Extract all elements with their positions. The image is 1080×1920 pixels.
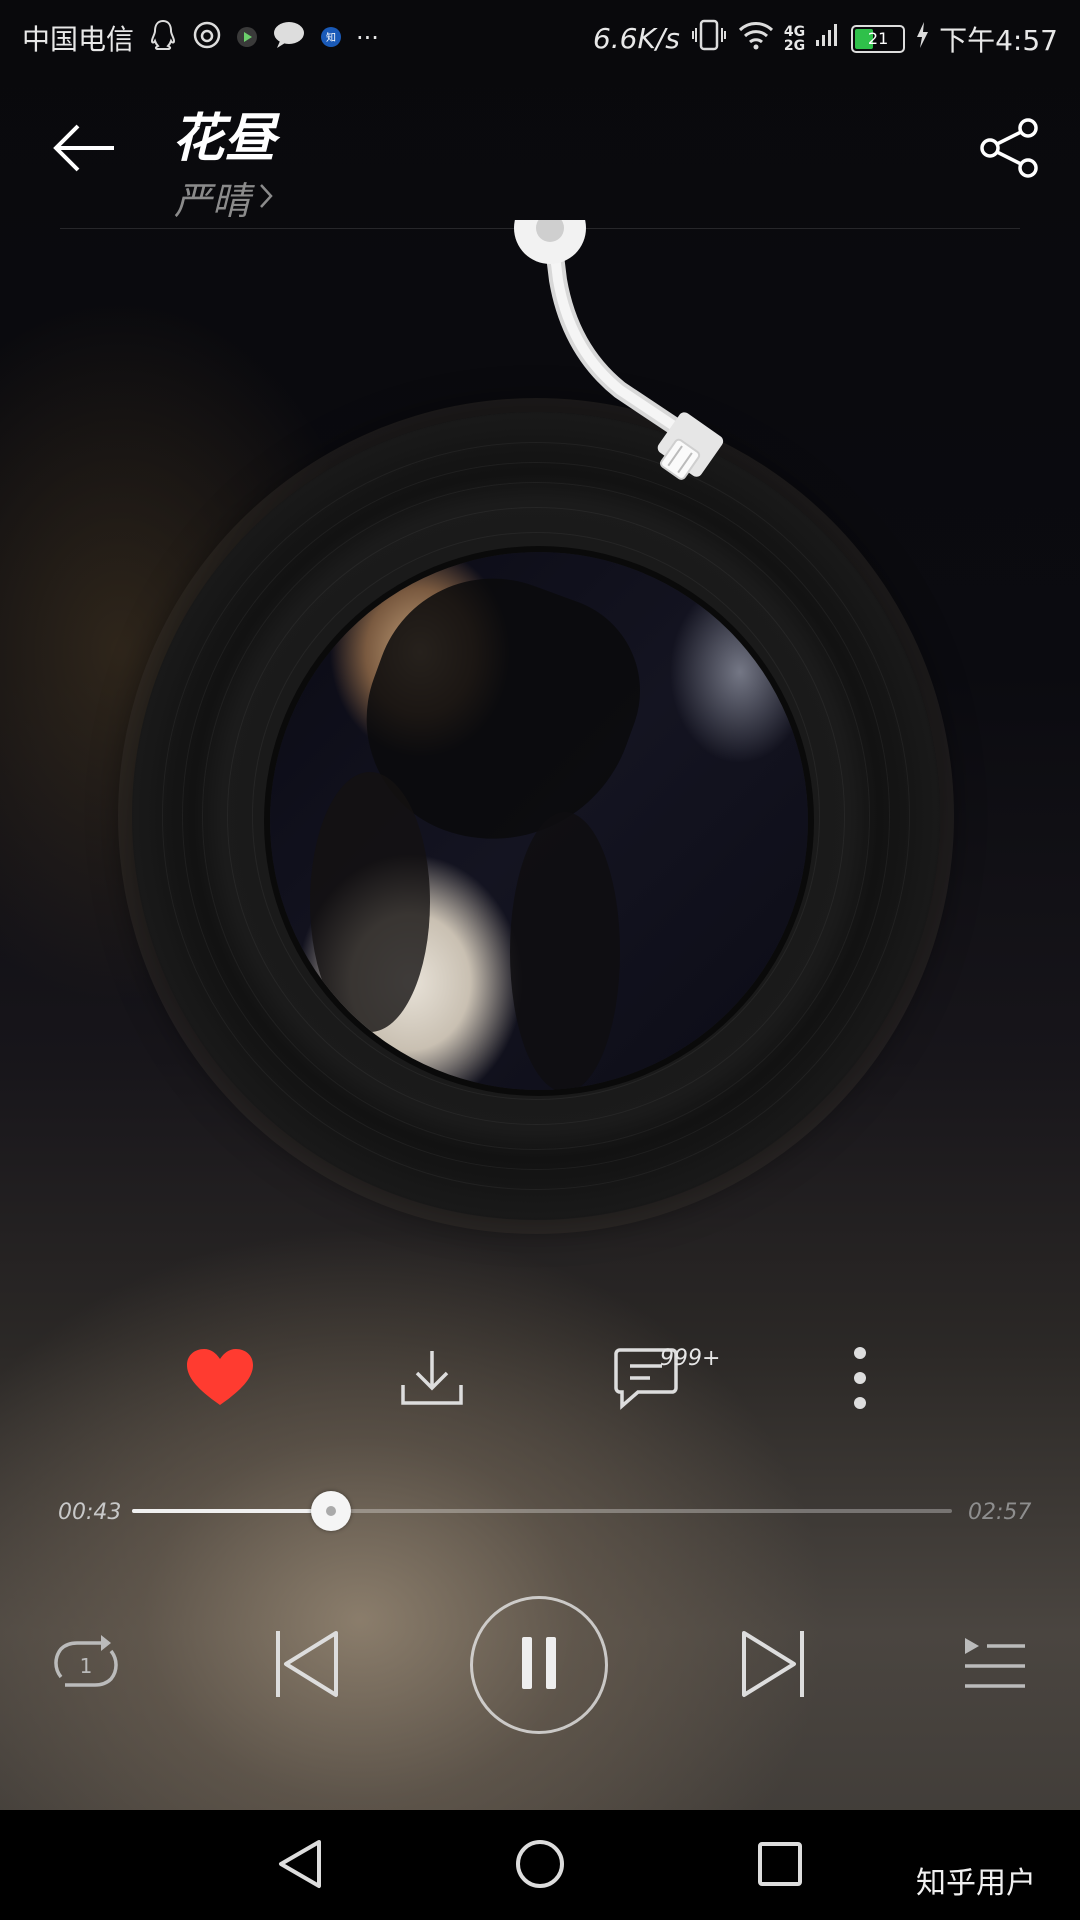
share-button[interactable] (972, 112, 1048, 188)
more-options-button[interactable] (810, 1330, 910, 1430)
svg-text:知: 知 (326, 31, 336, 44)
signal-bars-icon (815, 20, 841, 57)
watermark: 知乎用户 (916, 1866, 1036, 1901)
comments-button[interactable] (596, 1330, 696, 1430)
svg-text:1: 1 (80, 1654, 93, 1678)
square-recents-icon (757, 1841, 803, 1891)
tonearm (514, 220, 724, 480)
progress-thumb[interactable] (311, 1491, 351, 1531)
artist-name: 严晴 (174, 179, 251, 223)
triangle-back-icon (277, 1838, 323, 1894)
song-title: 花昼 (172, 108, 277, 169)
battery-icon: 21 (851, 24, 906, 53)
signal-primary-label: 4G (783, 23, 806, 40)
progress-fill (132, 1509, 331, 1513)
comment-count-badge: 999+ (660, 1346, 721, 1371)
download-icon (399, 1347, 465, 1413)
zhihu-icon: 知 (320, 22, 342, 55)
next-button[interactable] (728, 1620, 818, 1712)
current-time: 00:43 (58, 1500, 122, 1525)
circle-home-icon (514, 1838, 566, 1894)
playlist-icon (963, 1636, 1027, 1696)
repeat-one-button[interactable]: 1 (44, 1624, 128, 1708)
net-speed: 6.6K/s (592, 22, 680, 55)
pause-icon (522, 1637, 556, 1693)
battery-level: 21 (867, 29, 889, 48)
playlist-button[interactable] (950, 1624, 1040, 1708)
album-cover (270, 552, 808, 1090)
status-bar: 中国电信 知 ··· 6.6K/s 4G 2G 21 下午4:57 (0, 0, 1080, 76)
wifi-icon (738, 20, 774, 57)
back-button[interactable] (46, 112, 122, 188)
qq-icon (148, 19, 178, 58)
repeat-one-icon: 1 (51, 1633, 121, 1699)
total-time: 02:57 (968, 1500, 1032, 1525)
clock: 下午4:57 (939, 23, 1058, 57)
signal-secondary-label: 2G (783, 37, 806, 54)
artist-link[interactable]: 严晴 (174, 170, 274, 225)
nav-recents-button[interactable] (750, 1836, 810, 1896)
carrier-label: 中国电信 (22, 23, 135, 56)
nav-back-button[interactable] (270, 1836, 330, 1896)
heart-icon (185, 1347, 255, 1413)
like-button[interactable] (170, 1330, 270, 1430)
vertical-dots-icon (852, 1345, 868, 1415)
chevron-right-icon (258, 176, 274, 220)
cell-signal: 4G 2G (784, 25, 805, 53)
download-button[interactable] (382, 1330, 482, 1430)
previous-button[interactable] (262, 1620, 352, 1712)
share-icon (978, 116, 1042, 184)
more-notifications: ··· (356, 24, 379, 52)
message-icon (272, 21, 306, 56)
skip-next-icon (738, 1627, 808, 1705)
skip-previous-icon (272, 1627, 342, 1705)
netease-icon (192, 20, 222, 57)
charging-icon (915, 21, 929, 56)
play-store-icon (236, 22, 258, 55)
play-pause-button[interactable] (470, 1596, 608, 1734)
vibrate-icon (690, 18, 728, 59)
nav-home-button[interactable] (510, 1836, 570, 1896)
arrow-left-icon (52, 123, 116, 177)
